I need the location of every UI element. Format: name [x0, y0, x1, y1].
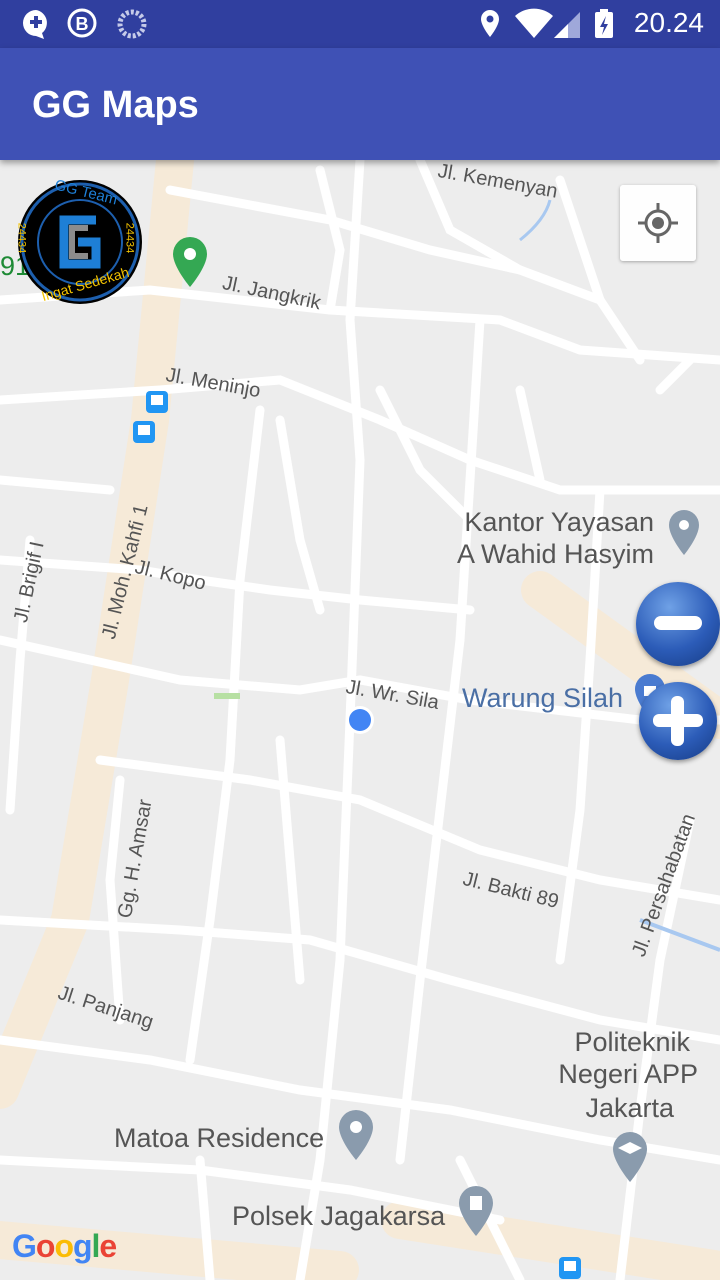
app-title: GG Maps — [32, 84, 199, 126]
poi-label: A Wahid Hasyim — [456, 539, 654, 569]
bus-stop-icon[interactable] — [145, 390, 169, 414]
battery-charging-icon — [595, 9, 613, 38]
google-logo: Google — [12, 1228, 117, 1264]
clock: 20.24 — [633, 7, 704, 38]
bus-stop-icon[interactable] — [132, 420, 156, 444]
loading-icon — [117, 9, 147, 39]
zoom-out-button[interactable] — [636, 582, 720, 666]
police-pin-icon[interactable] — [456, 1184, 496, 1238]
poi-label: Polsek Jagakarsa — [232, 1201, 446, 1231]
poi-pin-icon[interactable] — [336, 1108, 376, 1162]
current-location-dot — [346, 706, 374, 734]
my-location-icon — [638, 203, 678, 243]
poi-pin-icon[interactable] — [666, 508, 702, 558]
logo-side-left: 24434 — [15, 222, 28, 254]
green-pin-icon[interactable] — [170, 235, 210, 289]
logo-side-right: 24434 — [123, 222, 136, 254]
zoom-in-button[interactable] — [639, 682, 717, 760]
app-logo: GG Team Ingat Sedekah 24434 24434 — [15, 177, 142, 304]
status-bar: B 20.24 — [0, 0, 720, 48]
poi-label: Kantor Yayasan — [464, 507, 654, 537]
poi-label: Politeknik — [574, 1027, 690, 1057]
app-bar: GG Maps — [0, 48, 720, 160]
my-location-button[interactable] — [620, 185, 696, 261]
school-pin-icon[interactable] — [610, 1130, 650, 1184]
plus-icon — [653, 696, 703, 746]
signal-icon — [554, 12, 580, 38]
poi-label: Jakarta — [585, 1093, 674, 1123]
location-icon — [481, 10, 499, 37]
poi-label: Warung Silah — [462, 683, 624, 713]
minus-icon — [654, 616, 702, 630]
svg-text:B: B — [76, 14, 89, 34]
map-view[interactable]: Jl. Kemenyan Jl. Jangkrik Jl. Meninjo Jl… — [0, 160, 720, 1280]
poi-label: Negeri APP — [558, 1059, 698, 1089]
bus-stop-icon[interactable] — [558, 1256, 582, 1280]
bbm-icon: B — [67, 8, 97, 38]
wifi-icon — [515, 8, 553, 38]
poi-label: Matoa Residence — [114, 1123, 325, 1153]
chat-plus-icon — [23, 10, 47, 39]
